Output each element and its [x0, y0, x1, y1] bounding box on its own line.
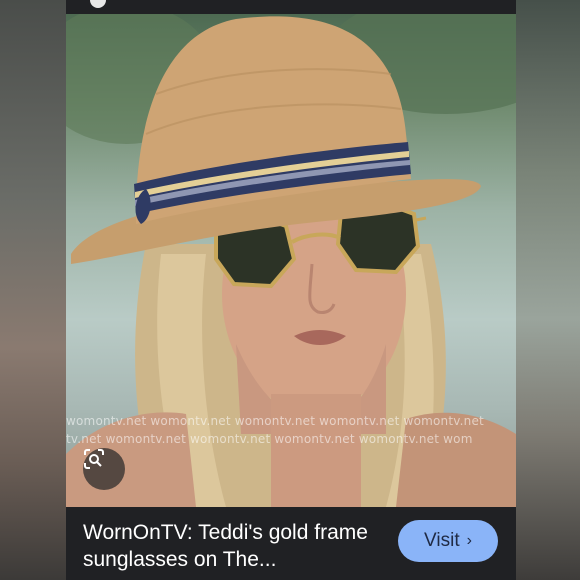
- blurred-backdrop-right: [516, 0, 580, 580]
- watermark-text: womontv.net womontv.net womontv.net womo…: [66, 414, 484, 428]
- lens-search-button[interactable]: [83, 448, 125, 490]
- lens-search-icon: [84, 449, 104, 469]
- top-bar: [66, 0, 516, 14]
- chevron-right-icon: ›: [466, 532, 472, 549]
- main-photo[interactable]: womontv.net womontv.net womontv.net womo…: [66, 14, 516, 507]
- visit-button-label: Visit: [424, 530, 460, 551]
- watermark-text: tv.net womontv.net womontv.net womontv.n…: [66, 432, 473, 446]
- result-title[interactable]: WornOnTV: Teddi's gold frame sunglasses …: [83, 519, 373, 573]
- blurred-backdrop-left: [0, 0, 66, 580]
- visit-button[interactable]: Visit ›: [398, 520, 498, 562]
- image-viewer: womontv.net womontv.net womontv.net womo…: [66, 0, 516, 580]
- result-caption-bar: WornOnTV: Teddi's gold frame sunglasses …: [66, 507, 516, 580]
- profile-avatar[interactable]: [90, 0, 106, 8]
